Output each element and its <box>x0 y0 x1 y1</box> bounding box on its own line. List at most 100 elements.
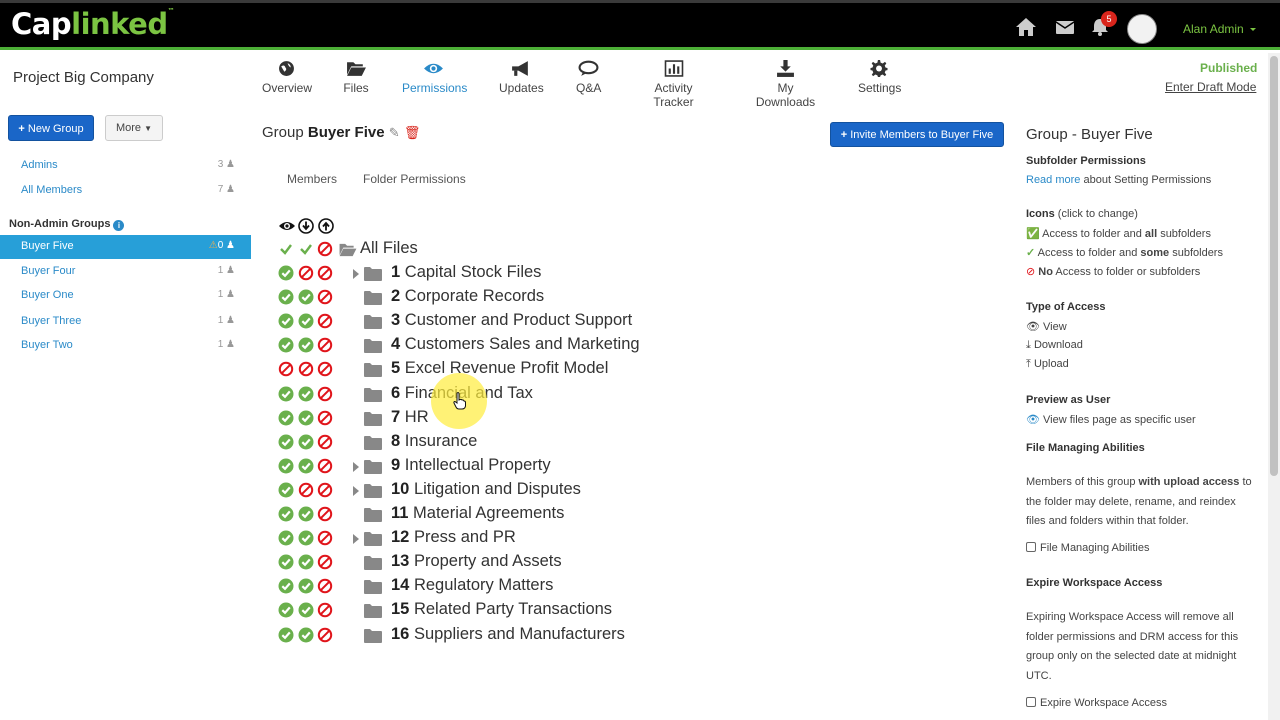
no-access-icon[interactable] <box>317 386 333 402</box>
no-access-icon[interactable] <box>298 482 314 498</box>
nav-overview[interactable]: Overview <box>262 60 312 95</box>
sidebar-item-buyer-five[interactable]: Buyer Five ⚠0 ♟ <box>0 235 251 259</box>
tree-row[interactable]: 5 Excel Revenue Profit Model <box>278 358 778 382</box>
check-all-icon[interactable] <box>298 506 314 522</box>
more-button[interactable]: More ▼ <box>105 115 163 141</box>
no-access-icon[interactable] <box>317 554 333 570</box>
check-all-icon[interactable] <box>298 458 314 474</box>
expand-arrow-icon[interactable] <box>353 462 359 472</box>
check-all-icon[interactable] <box>278 554 294 570</box>
no-access-icon[interactable] <box>317 337 333 353</box>
check-all-icon[interactable] <box>278 482 294 498</box>
home-icon[interactable] <box>1015 17 1037 37</box>
tree-row[interactable]: 15 Related Party Transactions <box>278 599 778 623</box>
nav-my-downloads[interactable]: My Downloads <box>747 60 824 109</box>
check-all-icon[interactable] <box>278 265 294 281</box>
check-all-icon[interactable] <box>278 578 294 594</box>
sidebar-item-buyer-one[interactable]: Buyer One 1 ♟ <box>0 284 251 308</box>
folder-name[interactable]: 3 Customer and Product Support <box>391 311 632 330</box>
folder-name[interactable]: 5 Excel Revenue Profit Model <box>391 359 608 378</box>
check-all-icon[interactable] <box>278 506 294 522</box>
no-access-icon[interactable] <box>317 313 333 329</box>
tree-row[interactable]: 3 Customer and Product Support <box>278 310 778 334</box>
check-all-icon[interactable] <box>278 602 294 618</box>
expand-arrow-icon[interactable] <box>353 486 359 496</box>
check-all-icon[interactable] <box>278 386 294 402</box>
tree-row[interactable]: 4 Customers Sales and Marketing <box>278 334 778 358</box>
check-all-icon[interactable] <box>298 578 314 594</box>
invite-members-button[interactable]: + Invite Members to Buyer Five <box>830 122 1004 147</box>
check-all-icon[interactable] <box>278 313 294 329</box>
tree-row[interactable]: 16 Suppliers and Manufacturers <box>278 624 778 648</box>
no-access-icon[interactable] <box>317 410 333 426</box>
tree-row[interactable]: 8 Insurance <box>278 431 778 455</box>
tree-row[interactable]: 11 Material Agreements <box>278 503 778 527</box>
check-all-icon[interactable] <box>298 289 314 305</box>
folder-name[interactable]: 2 Corporate Records <box>391 287 544 306</box>
check-all-icon[interactable] <box>298 602 314 618</box>
tree-row[interactable]: 9 Intellectual Property <box>278 455 778 479</box>
check-all-icon[interactable] <box>278 458 294 474</box>
tree-row[interactable]: 12 Press and PR <box>278 527 778 551</box>
file-managing-checkbox[interactable] <box>1026 542 1036 552</box>
folder-name[interactable]: 12 Press and PR <box>391 528 516 547</box>
folder-name[interactable]: 13 Property and Assets <box>391 552 562 571</box>
no-access-icon[interactable] <box>317 602 333 618</box>
check-all-icon[interactable] <box>278 530 294 546</box>
check-all-icon[interactable] <box>298 530 314 546</box>
folder-name[interactable]: All Files <box>360 239 418 258</box>
check-all-icon[interactable] <box>278 337 294 353</box>
sidebar-item-buyer-four[interactable]: Buyer Four 1 ♟ <box>0 260 251 284</box>
no-access-icon[interactable] <box>317 530 333 546</box>
expand-arrow-icon[interactable] <box>353 534 359 544</box>
no-access-icon[interactable] <box>317 506 333 522</box>
trash-icon[interactable]: 🗑 <box>404 125 421 140</box>
expire-access-checkbox-row[interactable]: Expire Workspace Access <box>1026 697 1167 709</box>
tree-row[interactable]: 1 Capital Stock Files <box>278 262 778 286</box>
user-menu[interactable]: Alan Admin <box>1183 22 1244 36</box>
folder-name[interactable]: 7 HR <box>391 408 429 427</box>
folder-name[interactable]: 11 Material Agreements <box>391 504 564 523</box>
new-group-button[interactable]: + New Group <box>8 115 94 141</box>
folder-name[interactable]: 16 Suppliers and Manufacturers <box>391 625 625 644</box>
no-access-icon[interactable] <box>317 578 333 594</box>
nav-permissions[interactable]: Permissions <box>402 60 467 95</box>
mail-icon[interactable] <box>1054 17 1076 37</box>
check-all-icon[interactable] <box>278 627 294 643</box>
tree-row[interactable]: 10 Litigation and Disputes <box>278 479 778 503</box>
preview-as-user-link[interactable]: 👁 View files page as specific user <box>1026 413 1196 426</box>
pencil-icon[interactable]: ✎ <box>389 125 400 140</box>
file-managing-checkbox-row[interactable]: File Managing Abilities <box>1026 542 1149 554</box>
check-all-icon[interactable] <box>298 434 314 450</box>
check-all-icon[interactable] <box>278 434 294 450</box>
no-access-icon[interactable] <box>317 434 333 450</box>
check-all-icon[interactable] <box>298 554 314 570</box>
enter-draft-mode-link[interactable]: Enter Draft Mode <box>1165 80 1256 94</box>
expand-arrow-icon[interactable] <box>353 269 359 279</box>
check-some-icon[interactable] <box>298 241 314 257</box>
no-access-icon[interactable] <box>278 361 294 377</box>
tree-row[interactable]: 14 Regulatory Matters <box>278 575 778 599</box>
check-all-icon[interactable] <box>298 410 314 426</box>
tree-row-root[interactable]: All Files <box>278 238 778 262</box>
check-all-icon[interactable] <box>298 313 314 329</box>
no-access-icon[interactable] <box>317 627 333 643</box>
tree-row[interactable]: 6 Financial and Tax <box>278 383 778 407</box>
check-all-icon[interactable] <box>298 627 314 643</box>
folder-name[interactable]: 9 Intellectual Property <box>391 456 551 475</box>
read-more-link[interactable]: Read more <box>1026 174 1080 186</box>
check-all-icon[interactable] <box>278 410 294 426</box>
folder-name[interactable]: 4 Customers Sales and Marketing <box>391 335 640 354</box>
folder-name[interactable]: 15 Related Party Transactions <box>391 600 612 619</box>
no-access-icon[interactable] <box>317 241 333 257</box>
no-access-icon[interactable] <box>317 361 333 377</box>
no-access-icon[interactable] <box>298 265 314 281</box>
folder-name[interactable]: 14 Regulatory Matters <box>391 576 553 595</box>
tree-row[interactable]: 13 Property and Assets <box>278 551 778 575</box>
tab-members[interactable]: Members <box>287 172 337 186</box>
sidebar-item-buyer-three[interactable]: Buyer Three 1 ♟ <box>0 310 251 334</box>
folder-name[interactable]: 10 Litigation and Disputes <box>391 480 581 499</box>
expire-access-checkbox[interactable] <box>1026 697 1036 707</box>
no-access-icon[interactable] <box>317 458 333 474</box>
nav-files[interactable]: Files <box>343 60 369 95</box>
